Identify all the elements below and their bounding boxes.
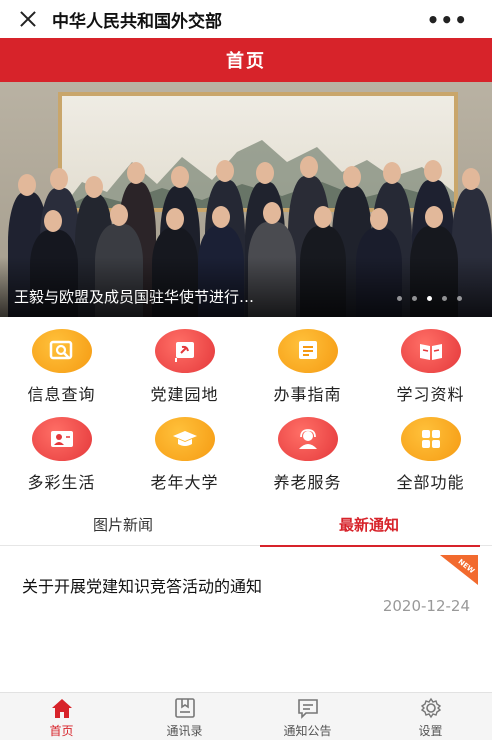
grid-item-label: 信息查询 xyxy=(27,385,96,404)
top-bar: 中华人民共和国外交部 ••• xyxy=(0,0,492,38)
home-icon xyxy=(51,699,72,718)
nav-label: 设置 xyxy=(418,724,443,738)
carousel-dot[interactable] xyxy=(442,296,447,301)
graduation-cap-icon xyxy=(154,417,215,461)
news-tabs: 图片新闻 最新通知 xyxy=(0,502,492,547)
carousel-indicator xyxy=(397,296,462,301)
contacts-book-icon xyxy=(174,698,195,718)
more-icon[interactable]: ••• xyxy=(427,8,468,32)
grid-item-colorful-life[interactable]: 多彩生活 xyxy=(0,405,123,493)
page-header: 首页 xyxy=(0,38,492,82)
bottom-nav: 首页 通讯录 通知公告 设置 xyxy=(0,692,492,740)
search-doc-icon xyxy=(31,329,92,373)
grid-item-label: 老年大学 xyxy=(150,473,219,492)
nav-label: 首页 xyxy=(49,724,74,738)
gear-icon xyxy=(420,697,441,719)
id-card-icon xyxy=(31,417,92,461)
carousel-dot[interactable] xyxy=(457,296,462,301)
grid-item-label: 党建园地 xyxy=(150,385,219,404)
banner-caption[interactable]: 王毅与欧盟及成员国驻华使节进行… xyxy=(14,286,254,307)
announcement-icon xyxy=(297,699,318,719)
nav-label: 通讯录 xyxy=(166,724,203,738)
grid-item-senior-university[interactable]: 老年大学 xyxy=(123,405,246,493)
grid-item-label: 全部功能 xyxy=(396,473,465,492)
close-icon[interactable] xyxy=(18,9,38,29)
grid-item-label: 养老服务 xyxy=(273,473,342,492)
grid-item-service-guide[interactable]: 办事指南 xyxy=(246,317,369,405)
book-icon xyxy=(400,329,461,373)
grid-item-party-building[interactable]: 党建园地 xyxy=(123,317,246,405)
tab-photo-news[interactable]: 图片新闻 xyxy=(0,502,246,546)
grid-item-info-query[interactable]: 信息查询 xyxy=(0,317,123,405)
guide-icon xyxy=(277,329,338,373)
carousel-dot[interactable] xyxy=(397,296,402,301)
carousel-dot[interactable] xyxy=(412,296,417,301)
window-title: 中华人民共和国外交部 xyxy=(52,11,222,32)
grid-apps-icon xyxy=(400,417,461,461)
page-title: 首页 xyxy=(226,51,266,72)
nav-item-contacts[interactable]: 通讯录 xyxy=(123,693,246,740)
party-flag-icon xyxy=(154,329,215,373)
banner-carousel[interactable]: 王毅与欧盟及成员国驻华使节进行… xyxy=(0,82,492,317)
nav-item-announcements[interactable]: 通知公告 xyxy=(246,693,369,740)
function-grid: 信息查询 党建园地 办事指南 学习资料 多彩生活 老年大学 养老服务 全部功能 xyxy=(0,317,492,497)
nav-label: 通知公告 xyxy=(283,724,332,738)
grid-item-label: 办事指南 xyxy=(273,385,342,404)
carousel-dot[interactable] xyxy=(427,296,432,301)
grid-item-study-materials[interactable]: 学习资料 xyxy=(369,317,492,405)
grid-item-all-functions[interactable]: 全部功能 xyxy=(369,405,492,493)
tab-latest-notice[interactable]: 最新通知 xyxy=(246,502,492,547)
new-badge-icon: NEW xyxy=(440,555,478,585)
grid-item-elderly-care[interactable]: 养老服务 xyxy=(246,405,369,493)
notice-date: 2020-12-24 xyxy=(382,597,470,615)
grid-item-label: 学习资料 xyxy=(396,385,465,404)
support-person-icon xyxy=(277,417,338,461)
grid-item-label: 多彩生活 xyxy=(27,473,96,492)
nav-item-home[interactable]: 首页 xyxy=(0,693,123,740)
list-item[interactable]: 关于开展党建知识竞答活动的通知 2020-12-24 NEW xyxy=(0,547,492,627)
notice-title[interactable]: 关于开展党建知识竞答活动的通知 xyxy=(22,573,262,597)
nav-item-settings[interactable]: 设置 xyxy=(369,693,492,740)
